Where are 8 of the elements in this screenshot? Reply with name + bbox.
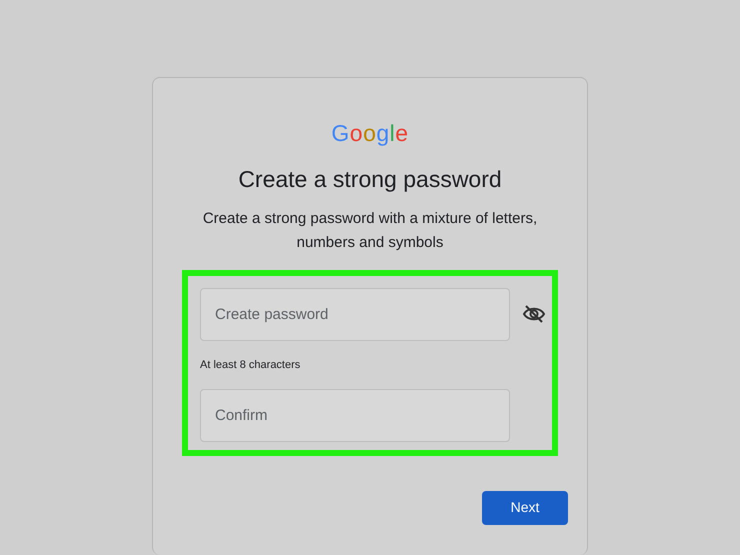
password-hint: At least 8 characters	[200, 358, 302, 372]
page-title: Create a strong password	[238, 165, 502, 194]
password-field[interactable]: Create password	[200, 288, 510, 340]
confirm-field[interactable]: Confirm	[200, 389, 510, 442]
next-button[interactable]: Next	[482, 490, 568, 524]
google-logo: Google	[331, 122, 409, 145]
eye-icon[interactable]	[523, 305, 545, 323]
subtitle: Create a strong password with a mixture of letters, numbers and symbols	[202, 208, 538, 252]
